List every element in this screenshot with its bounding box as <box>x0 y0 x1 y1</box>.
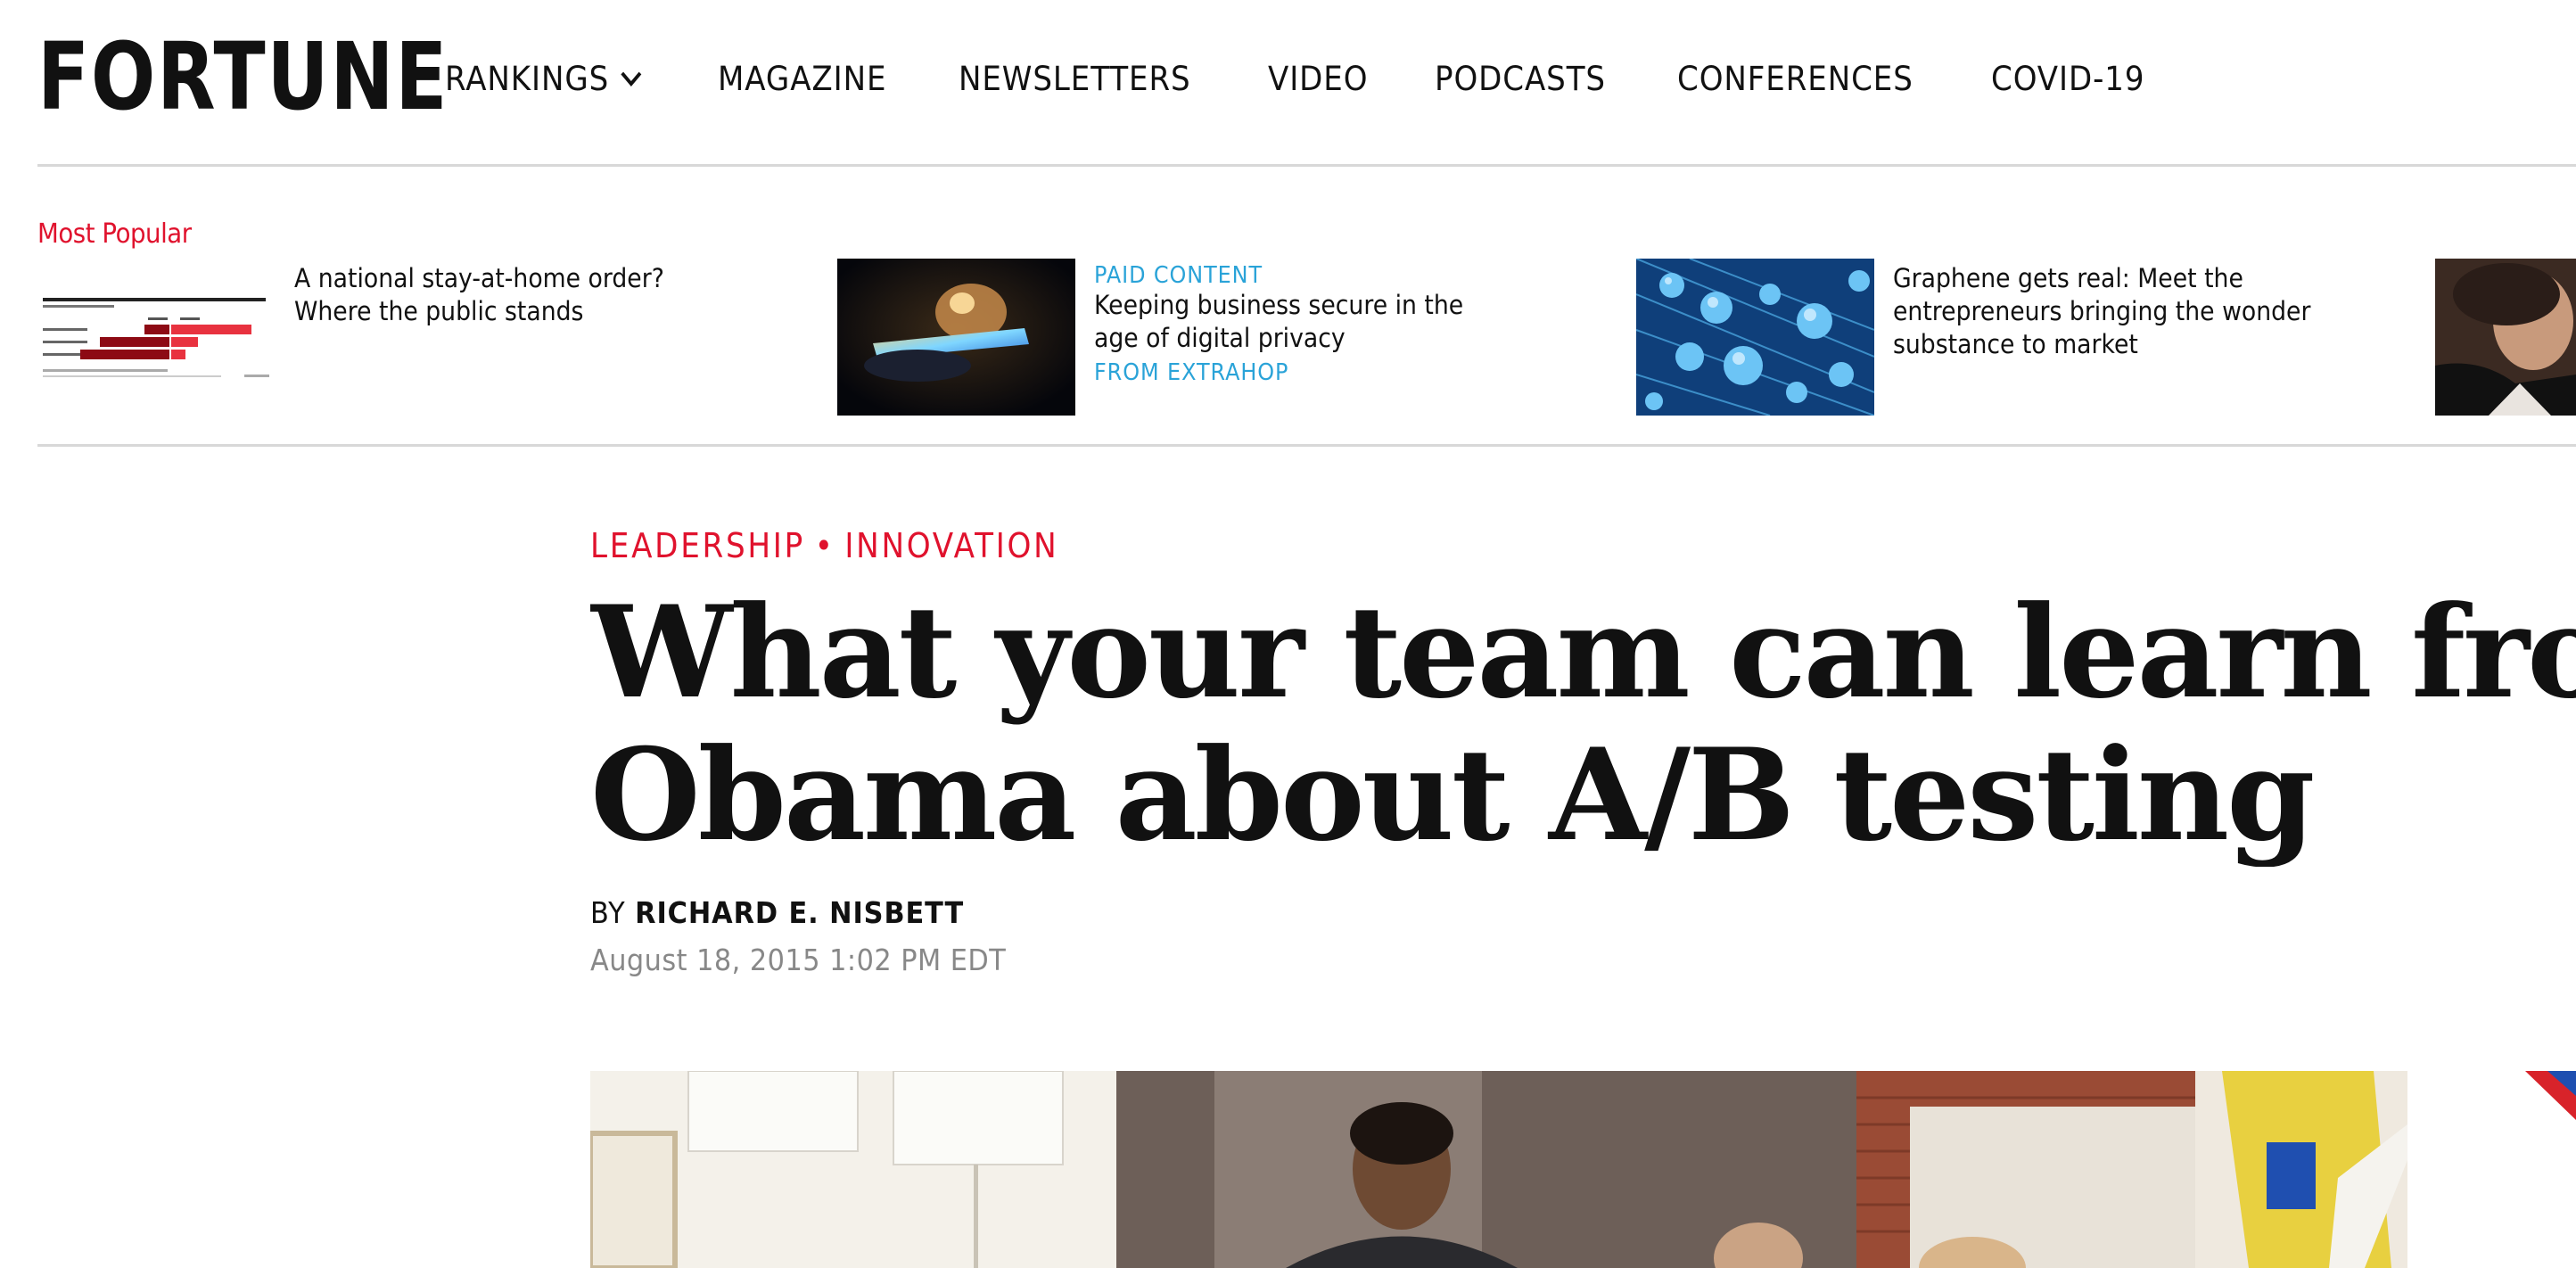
nav-conferences[interactable]: CONFERENCES <box>1677 60 1913 98</box>
headline-line: What your team can learn from t <box>590 581 2576 727</box>
byline: BY RICHARD E. NISBETT <box>590 895 2417 930</box>
survey-bar-chart-thumbnail[interactable] <box>37 259 276 416</box>
chevron-down-icon[interactable] <box>619 65 644 92</box>
category-separator: • <box>814 526 835 565</box>
popular-card-text: Graphene gets real: Meet the entrepreneu… <box>1893 262 2312 361</box>
fortune-logo[interactable]: FORTUNE <box>37 30 449 123</box>
article-header: LEADERSHIP • INNOVATION What your team can… <box>590 526 2576 977</box>
hero-image <box>590 1071 2407 1268</box>
popular-card-thumbnail-partial[interactable] <box>2435 259 2576 416</box>
author-link[interactable]: RICHARD E. NISBETT <box>635 895 964 930</box>
byline-prefix: BY <box>590 895 626 930</box>
popular-card-title[interactable]: Keeping business secure in the age of di… <box>1094 289 1512 355</box>
site-header: FORTUNE RANKINGS MAGAZINE NEWSLETTERS VI… <box>37 0 2576 167</box>
headline-line: Obama about A/B testing <box>590 721 2315 867</box>
category-eyebrow: LEADERSHIP • INNOVATION <box>590 526 2377 565</box>
most-popular-strip: Most Popular A national stay-at-home ord… <box>37 165 2576 447</box>
nav-podcasts[interactable]: PODCASTS <box>1435 60 1606 98</box>
popular-card-text: PAID CONTENT Keeping business secure in … <box>1094 262 1513 389</box>
most-popular-label: Most Popular <box>37 218 192 250</box>
nav-rankings[interactable]: RANKINGS <box>445 60 644 98</box>
graphene-molecules-thumbnail[interactable] <box>1636 259 1874 416</box>
flag-graphic-partial <box>2525 1071 2576 1142</box>
popular-card-text: A national stay-at-home order? Where the… <box>294 262 713 328</box>
article-headline: What your team can learn from t Obama ab… <box>590 581 2576 867</box>
nav-video[interactable]: VIDEO <box>1268 60 1368 98</box>
phone-in-hand-thumbnail[interactable] <box>837 259 1075 416</box>
nav-covid-19[interactable]: COVID-19 <box>1991 60 2144 98</box>
paid-content-kicker: PAID CONTENT <box>1094 262 1263 289</box>
main-nav: RANKINGS MAGAZINE NEWSLETTERS VIDEO PODC… <box>445 55 2215 102</box>
popular-card-title[interactable]: A national stay-at-home order? Where the… <box>294 262 712 328</box>
sponsor-source[interactable]: FROM EXTRAHOP <box>1094 357 1479 389</box>
nav-rankings-label: RANKINGS <box>445 59 610 98</box>
nav-magazine[interactable]: MAGAZINE <box>718 60 886 98</box>
nav-newsletters[interactable]: NEWSLETTERS <box>959 60 1191 98</box>
category-leadership[interactable]: LEADERSHIP <box>590 526 805 565</box>
category-innovation[interactable]: INNOVATION <box>844 526 1058 565</box>
popular-card-title[interactable]: Graphene gets real: Meet the entrepreneu… <box>1893 262 2311 361</box>
publish-date: August 18, 2015 1:02 PM EDT <box>590 943 1007 977</box>
